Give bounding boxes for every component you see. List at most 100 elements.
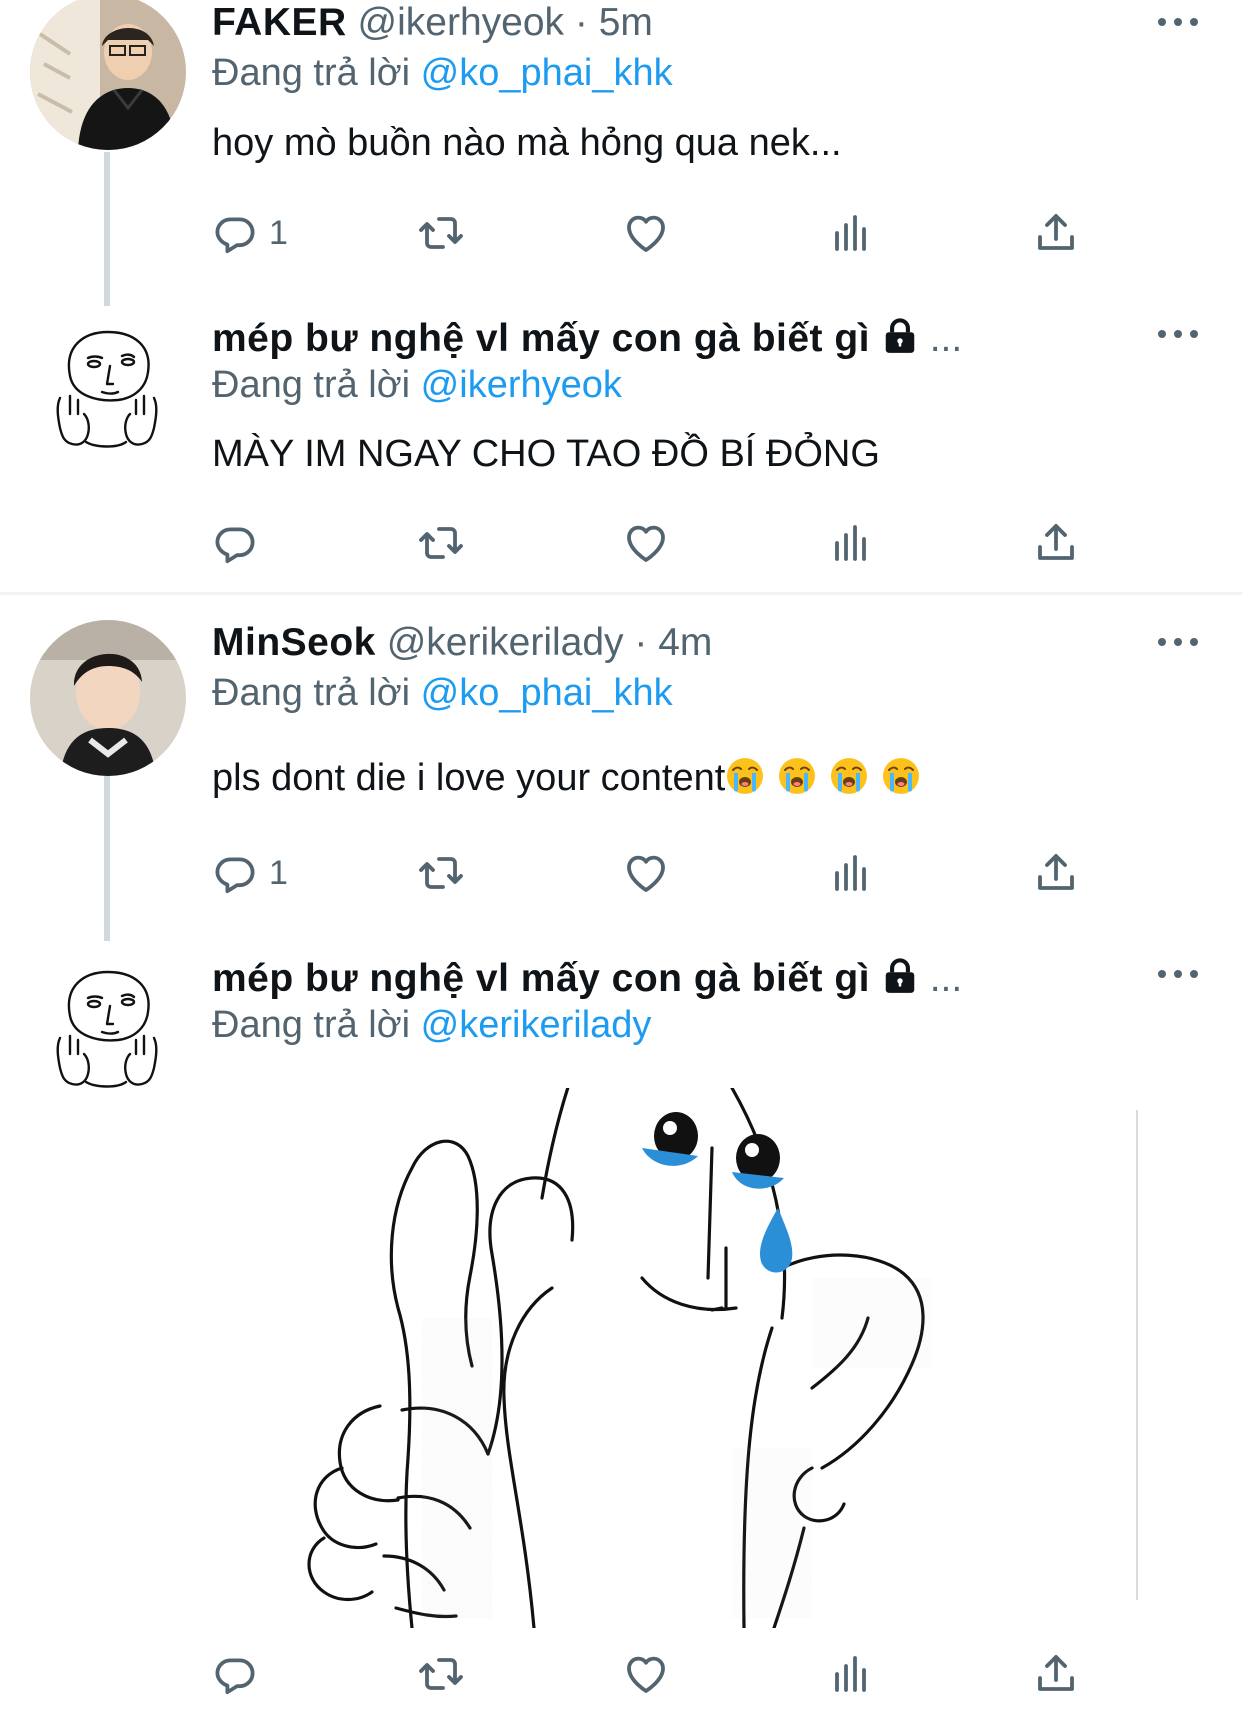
retweet-icon [417, 849, 465, 897]
media-border [1136, 1110, 1138, 1600]
mention-link[interactable]: @ikerhyeok [421, 364, 622, 406]
tweet-minseok[interactable]: MinSeok @kerikerilady · 4m Đang trả lời … [0, 620, 1242, 941]
thread-divider [0, 592, 1242, 595]
replying-to: Đang trả lời @ko_phai_khk [212, 50, 673, 96]
mention-link[interactable]: @kerikerilady [421, 1004, 652, 1046]
analytics-icon [827, 1650, 875, 1698]
separator-dot: · [574, 1, 588, 44]
analytics-button[interactable] [827, 513, 875, 573]
user-handle[interactable]: @kerikerilady [387, 621, 624, 664]
loudly-crying-face-emoji [777, 756, 817, 796]
replying-to-label: Đang trả lời [212, 364, 411, 406]
tweet-media-image[interactable] [212, 1088, 1142, 1628]
more-icon[interactable] [1158, 16, 1198, 28]
like-button[interactable] [622, 513, 670, 573]
truncation-ellipsis: ... [929, 317, 963, 360]
lock-icon [881, 958, 919, 996]
tweet-text: MÀY IM NGAY CHO TAO ĐỒ BÍ ĐỎNG [212, 433, 880, 475]
tweet-text-row: pls dont die i love your content [212, 754, 921, 802]
reply-button[interactable] [211, 1644, 259, 1704]
reply-icon [211, 209, 259, 257]
like-button[interactable] [622, 843, 670, 903]
share-button[interactable] [1032, 1644, 1080, 1704]
replying-to-label: Đang trả lời [212, 672, 411, 714]
tweet-reply-1[interactable]: mép bư nghệ vl mấy con gà biết gì ... Đa… [0, 306, 1242, 590]
tweet-actions: 1 [0, 203, 1242, 263]
mention-link[interactable]: @ko_phai_khk [421, 52, 673, 94]
display-name[interactable]: FAKER [212, 1, 347, 44]
loudly-crying-face-emoji [829, 756, 869, 796]
avatar[interactable] [30, 620, 186, 776]
crying-thumbs-up-meme [307, 1088, 932, 1628]
more-icon[interactable] [1158, 328, 1198, 340]
reply-count: 1 [269, 853, 288, 892]
retweet-button[interactable] [417, 843, 465, 903]
tweet-header: MinSeok @kerikerilady · 4m [212, 620, 712, 666]
heart-icon [622, 519, 670, 567]
truncation-ellipsis: ... [929, 957, 963, 1000]
analytics-button[interactable] [827, 1644, 875, 1704]
replying-to-label: Đang trả lời [212, 52, 411, 94]
analytics-icon [827, 209, 875, 257]
heart-icon [622, 1650, 670, 1698]
more-icon[interactable] [1158, 636, 1198, 648]
retweet-button[interactable] [417, 203, 465, 263]
avatar[interactable] [30, 946, 186, 1102]
share-icon [1032, 519, 1080, 567]
reply-button[interactable] [211, 513, 259, 573]
user-handle[interactable]: @ikerhyeok [358, 1, 565, 44]
heart-icon [622, 209, 670, 257]
tweet-actions [0, 1644, 1242, 1704]
reply-button[interactable]: 1 [211, 843, 288, 903]
meme-face-avatar [30, 946, 186, 1102]
tweet-header: FAKER @ikerhyeok · 5m [212, 0, 653, 46]
replying-to-label: Đang trả lời [212, 1004, 411, 1046]
reply-icon [211, 1650, 259, 1698]
reply-icon [211, 519, 259, 567]
share-icon [1032, 1650, 1080, 1698]
retweet-button[interactable] [417, 1644, 465, 1704]
tweet-faker[interactable]: FAKER @ikerhyeok · 5m Đang trả lời @ko_p… [0, 0, 1242, 312]
timestamp[interactable]: 5m [599, 1, 653, 44]
share-button[interactable] [1032, 843, 1080, 903]
avatar[interactable] [30, 0, 186, 150]
retweet-button[interactable] [417, 513, 465, 573]
tweet-text: hoy mò buồn nào mà hỏng qua nek... [212, 122, 842, 164]
share-icon [1032, 849, 1080, 897]
retweet-icon [417, 209, 465, 257]
analytics-icon [827, 519, 875, 567]
tweet-header: mép bư nghệ vl mấy con gà biết gì ... [212, 316, 1032, 362]
tweet-header: mép bư nghệ vl mấy con gà biết gì ... [212, 956, 1032, 1002]
user-photo [30, 620, 186, 776]
reply-button[interactable]: 1 [211, 203, 288, 263]
tweet-actions: 1 [0, 843, 1242, 903]
reply-count: 1 [269, 213, 288, 252]
display-name[interactable]: mép bư nghệ vl mấy con gà biết gì [212, 957, 870, 1000]
share-button[interactable] [1032, 513, 1080, 573]
like-button[interactable] [622, 203, 670, 263]
replying-to: Đang trả lời @ko_phai_khk [212, 670, 673, 716]
retweet-icon [417, 1650, 465, 1698]
reply-thread-view: FAKER @ikerhyeok · 5m Đang trả lời @ko_p… [0, 0, 1242, 1712]
replying-to: Đang trả lời @ikerhyeok [212, 362, 622, 408]
share-icon [1032, 209, 1080, 257]
separator-dot: · [634, 621, 648, 664]
heart-icon [622, 849, 670, 897]
analytics-button[interactable] [827, 843, 875, 903]
avatar[interactable] [30, 306, 186, 462]
lock-icon [881, 318, 919, 356]
share-button[interactable] [1032, 203, 1080, 263]
user-photo [30, 0, 186, 150]
display-name[interactable]: mép bư nghệ vl mấy con gà biết gì [212, 317, 870, 360]
tweet-text: pls dont die i love your content [212, 757, 726, 799]
loudly-crying-face-emoji [725, 756, 765, 796]
display-name[interactable]: MinSeok [212, 621, 376, 664]
analytics-button[interactable] [827, 203, 875, 263]
timestamp[interactable]: 4m [658, 621, 712, 664]
loudly-crying-face-emoji [881, 756, 921, 796]
more-icon[interactable] [1158, 968, 1198, 980]
reply-icon [211, 849, 259, 897]
like-button[interactable] [622, 1644, 670, 1704]
tweet-actions [0, 513, 1242, 573]
mention-link[interactable]: @ko_phai_khk [421, 672, 673, 714]
